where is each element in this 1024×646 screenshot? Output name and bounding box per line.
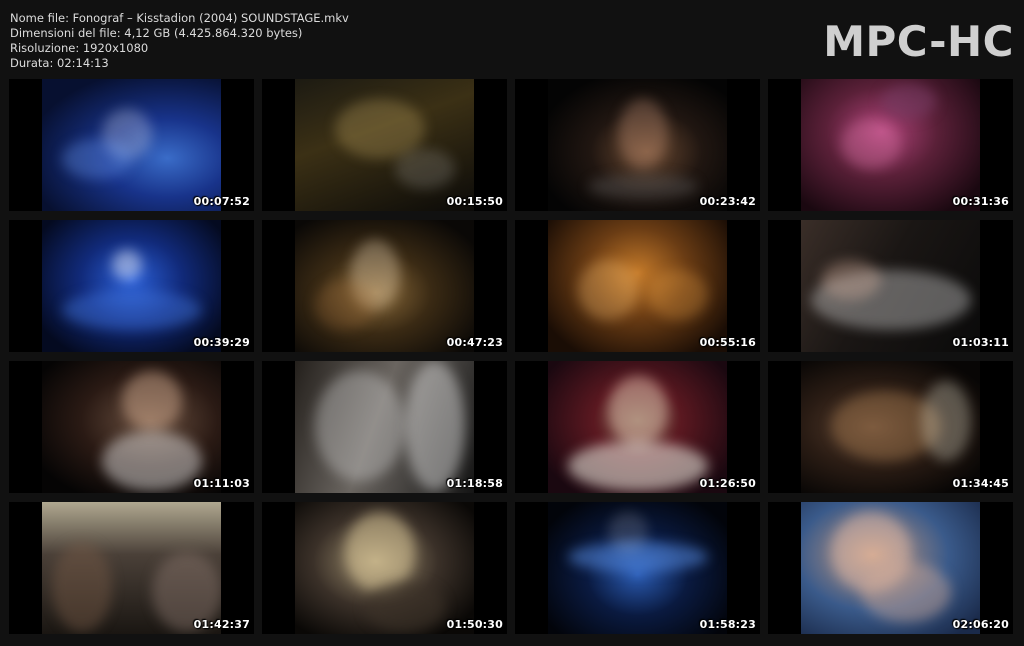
image-detail: [315, 371, 405, 481]
thumbnail-image: [42, 502, 221, 634]
image-detail: [315, 280, 375, 330]
thumbnail-8: 01:03:11: [768, 220, 1013, 352]
image-detail: [62, 139, 132, 179]
timestamp: 01:11:03: [193, 477, 250, 490]
timestamp: 01:42:37: [193, 618, 250, 631]
image-detail: [395, 149, 455, 189]
image-detail: [608, 376, 668, 446]
image-detail: [881, 84, 936, 119]
thumbnail-10: 01:18:58: [262, 361, 507, 493]
thumbnail-image: [295, 79, 474, 211]
file-info: Nome file: Fonograf – Kisstadion (2004) …: [10, 11, 349, 71]
thumbnail-9: 01:11:03: [9, 361, 254, 493]
image-detail: [345, 512, 415, 592]
image-detail: [568, 441, 708, 491]
thumbnail-image: [801, 220, 980, 352]
thumbnail-image: [548, 79, 727, 211]
thumbnail-image: [295, 502, 474, 634]
thumbnail-image: [42, 220, 221, 352]
image-detail: [921, 381, 971, 461]
timestamp: 00:07:52: [193, 195, 250, 208]
thumbnail-13: 01:42:37: [9, 502, 254, 634]
thumbnail-1: 00:07:52: [9, 79, 254, 211]
thumbnail-6: 00:47:23: [262, 220, 507, 352]
timestamp: 00:31:36: [952, 195, 1009, 208]
timestamp: 00:39:29: [193, 336, 250, 349]
image-detail: [578, 260, 638, 320]
image-detail: [365, 582, 445, 632]
image-detail: [608, 512, 648, 552]
image-detail: [52, 542, 112, 632]
thumbnail-image: [801, 361, 980, 493]
thumbnail-12: 01:34:45: [768, 361, 1013, 493]
timestamp: 00:15:50: [446, 195, 503, 208]
thumbnail-3: 00:23:42: [515, 79, 760, 211]
thumbnail-image: [548, 361, 727, 493]
thumbnail-image: [548, 502, 727, 634]
thumbnail-16: 02:06:20: [768, 502, 1013, 634]
timestamp: 01:03:11: [952, 336, 1009, 349]
image-detail: [112, 250, 142, 280]
timestamp: 01:58:23: [699, 618, 756, 631]
image-detail: [648, 270, 708, 320]
thumbnail-grid: 00:07:52 00:15:50 00:23:42 00:31:36 00:39:29…: [9, 79, 1013, 634]
timestamp: 01:50:30: [446, 618, 503, 631]
duration: Durata: 02:14:13: [10, 56, 109, 70]
thumbnail-image: [295, 361, 474, 493]
thumbnail-image: [295, 220, 474, 352]
file-name: Nome file: Fonograf – Kisstadion (2004) …: [10, 11, 349, 25]
timestamp: 01:18:58: [446, 477, 503, 490]
image-detail: [122, 371, 182, 431]
thumbnail-14: 01:50:30: [262, 502, 507, 634]
thumbnail-image: [42, 361, 221, 493]
timestamp: 00:47:23: [446, 336, 503, 349]
timestamp: 02:06:20: [952, 618, 1009, 631]
timestamp: 00:55:16: [699, 336, 756, 349]
thumbnail-5: 00:39:29: [9, 220, 254, 352]
image-detail: [861, 562, 951, 622]
image-detail: [405, 361, 465, 491]
thumbnail-image: [42, 79, 221, 211]
thumbnail-7: 00:55:16: [515, 220, 760, 352]
thumbnail-2: 00:15:50: [262, 79, 507, 211]
image-detail: [821, 260, 881, 300]
timestamp: 01:26:50: [699, 477, 756, 490]
image-detail: [588, 174, 698, 199]
thumbnail-15: 01:58:23: [515, 502, 760, 634]
timestamp: 00:23:42: [699, 195, 756, 208]
thumbnail-11: 01:26:50: [515, 361, 760, 493]
image-detail: [618, 99, 668, 169]
timestamp: 01:34:45: [952, 477, 1009, 490]
image-detail: [841, 119, 901, 169]
image-detail: [62, 290, 202, 330]
mpc-hc-logo: MPC-HC: [823, 17, 1014, 66]
file-size: Dimensioni del file: 4,12 GB (4.425.864.…: [10, 26, 303, 40]
thumbnail-image: [548, 220, 727, 352]
thumbnail-image: [801, 502, 980, 634]
thumbnail-4: 00:31:36: [768, 79, 1013, 211]
resolution: Risoluzione: 1920x1080: [10, 41, 149, 55]
thumbnail-image: [801, 79, 980, 211]
image-detail: [102, 431, 202, 491]
